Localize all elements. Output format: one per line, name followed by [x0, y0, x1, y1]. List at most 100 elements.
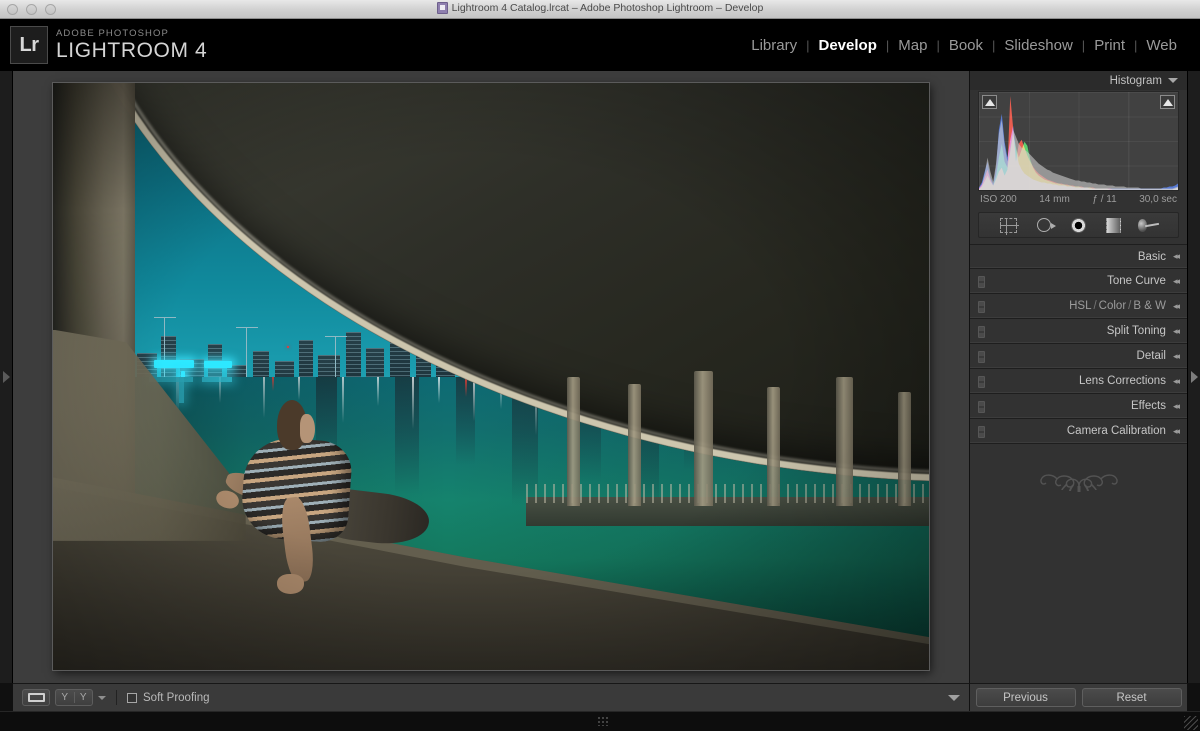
- before-label: Y: [56, 692, 75, 703]
- panel-label-hsl-color-bw: HSL / Color / B & W: [1069, 300, 1166, 312]
- workspace: Y Y Soft Proofing Histogram ISO 200 14 m…: [0, 71, 1200, 711]
- panel-row-split-toning[interactable]: Split Toning ◂◂: [970, 319, 1187, 344]
- develop-toolbar[interactable]: Y Y Soft Proofing: [13, 683, 969, 711]
- photo-support-columns: [544, 371, 929, 506]
- crop-icon: [1000, 217, 1019, 235]
- photo-boy-right-hand: [277, 574, 305, 594]
- histogram-panel-header[interactable]: Histogram: [970, 71, 1187, 90]
- panel-label-tone-curve: Tone Curve: [1107, 275, 1166, 287]
- module-picker[interactable]: Library | Develop | Map | Book | Slidesh…: [742, 37, 1186, 54]
- panel-switch-lens-corrections[interactable]: [978, 376, 985, 388]
- module-slideshow[interactable]: Slideshow: [995, 37, 1081, 54]
- panel-subtab-separator: /: [1093, 300, 1097, 312]
- histogram-graph[interactable]: [978, 91, 1179, 191]
- exif-focal-length[interactable]: 14 mm: [1039, 194, 1070, 205]
- panel-switch-split-toning[interactable]: [978, 326, 985, 338]
- photo-neon-sign: [153, 360, 195, 368]
- previous-button[interactable]: Previous: [975, 688, 1076, 707]
- filmstrip-resize-grip[interactable]: [597, 716, 609, 726]
- adjustment-brush-tool[interactable]: [1137, 216, 1160, 234]
- panel-subtab-hsl[interactable]: HSL: [1069, 300, 1091, 312]
- chevron-down-icon[interactable]: [1168, 78, 1178, 83]
- crop-overlay-tool[interactable]: [998, 216, 1020, 235]
- panel-row-tone-curve[interactable]: Tone Curve ◂◂: [970, 269, 1187, 294]
- photo-boy-subject: [202, 400, 433, 594]
- collapse-arrow-icon[interactable]: ◂◂: [1173, 326, 1180, 337]
- highlight-clipping-indicator[interactable]: [1160, 95, 1175, 109]
- panel-row-lens-corrections[interactable]: Lens Corrections ◂◂: [970, 369, 1187, 394]
- exif-shutter-speed[interactable]: 30,0 sec: [1139, 194, 1177, 205]
- reset-button[interactable]: Reset: [1081, 688, 1182, 707]
- brand-superscript: ADOBE PHOTOSHOP: [56, 27, 169, 39]
- panel-label-effects: Effects: [1131, 400, 1166, 412]
- exif-aperture[interactable]: ƒ / 11: [1092, 194, 1116, 205]
- triangle-up-icon: [1162, 98, 1173, 106]
- red-eye-icon: [1071, 217, 1086, 233]
- panel-switch-tone-curve[interactable]: [978, 276, 985, 288]
- module-library[interactable]: Library: [742, 37, 806, 54]
- collapse-arrow-icon[interactable]: ◂◂: [1173, 426, 1180, 437]
- module-web[interactable]: Web: [1137, 37, 1186, 54]
- panel-label-detail: Detail: [1136, 350, 1166, 362]
- panel-label-split-toning: Split Toning: [1106, 325, 1166, 337]
- exif-iso[interactable]: ISO 200: [980, 194, 1017, 205]
- panel-switch-effects[interactable]: [978, 401, 985, 413]
- histogram-title: Histogram: [1109, 74, 1162, 87]
- graduated-filter-icon: [1106, 217, 1121, 233]
- toolbar-divider: [116, 690, 117, 705]
- collapse-arrow-icon[interactable]: ◂◂: [1173, 376, 1180, 387]
- collapse-arrow-icon[interactable]: ◂◂: [1173, 401, 1180, 412]
- develop-action-buttons[interactable]: Previous Reset: [969, 683, 1187, 711]
- panel-switch-hsl[interactable]: [978, 301, 985, 313]
- chevron-right-icon: [1190, 371, 1198, 383]
- photo-frame[interactable]: [53, 83, 929, 670]
- develop-tool-strip[interactable]: [978, 212, 1179, 238]
- before-after-button[interactable]: Y Y: [55, 689, 93, 706]
- loupe-view-button[interactable]: [22, 689, 50, 706]
- panel-switch-camera-calibration[interactable]: [978, 426, 985, 438]
- develop-photo[interactable]: [53, 83, 929, 670]
- collapse-arrow-icon[interactable]: ◂◂: [1173, 276, 1180, 287]
- module-map[interactable]: Map: [889, 37, 936, 54]
- collapse-arrow-icon[interactable]: ◂◂: [1173, 351, 1180, 362]
- shadow-clipping-indicator[interactable]: [982, 95, 997, 109]
- panel-switch-detail[interactable]: [978, 351, 985, 363]
- panel-row-hsl-color-bw[interactable]: HSL / Color / B & W ◂◂: [970, 294, 1187, 319]
- module-print[interactable]: Print: [1085, 37, 1134, 54]
- logo-mark: Lr: [19, 33, 40, 56]
- loupe-icon: [27, 693, 45, 702]
- panel-subtab-color[interactable]: Color: [1099, 300, 1126, 312]
- graduated-filter-tool[interactable]: [1103, 216, 1125, 234]
- panel-row-detail[interactable]: Detail ◂◂: [970, 344, 1187, 369]
- app-identity: ADOBE PHOTOSHOP LIGHTROOM 4: [56, 29, 207, 62]
- panel-row-effects[interactable]: Effects ◂◂: [970, 394, 1187, 419]
- window-resize-grip[interactable]: [1184, 716, 1198, 730]
- panel-row-camera-calibration[interactable]: Camera Calibration ◂◂: [970, 419, 1187, 444]
- before-after-dropdown-icon[interactable]: [98, 695, 106, 700]
- photo-boy-face: [299, 413, 315, 443]
- soft-proofing-label[interactable]: Soft Proofing: [143, 692, 209, 704]
- module-book[interactable]: Book: [940, 37, 992, 54]
- panel-label-lens-corrections: Lens Corrections: [1079, 375, 1166, 387]
- after-label: Y: [79, 692, 87, 703]
- spot-removal-tool[interactable]: [1033, 216, 1056, 234]
- toolbar-hide-icon[interactable]: [948, 694, 960, 701]
- collapse-arrow-icon[interactable]: ◂◂: [1173, 301, 1180, 312]
- panel-subtab-bw[interactable]: B & W: [1133, 300, 1166, 312]
- develop-right-panel: Histogram ISO 200 14 mm ƒ / 11 30,0 sec: [969, 71, 1187, 683]
- red-eye-correction-tool[interactable]: [1068, 216, 1090, 234]
- exif-strip: ISO 200 14 mm ƒ / 11 30,0 sec: [980, 194, 1177, 205]
- panel-row-basic[interactable]: Basic ◂◂: [970, 244, 1187, 269]
- panel-ornament-icon: [970, 460, 1187, 494]
- panel-label-camera-calibration: Camera Calibration: [1066, 425, 1166, 437]
- collapse-arrow-icon[interactable]: ◂◂: [1173, 251, 1180, 262]
- module-develop[interactable]: Develop: [810, 37, 886, 54]
- product-name: LIGHTROOM 4: [56, 39, 208, 63]
- soft-proofing-checkbox[interactable]: [127, 692, 137, 703]
- left-panel-expand-handle[interactable]: [0, 71, 13, 683]
- image-canvas[interactable]: [13, 71, 969, 683]
- panel-label-basic: Basic: [1137, 250, 1166, 263]
- right-panel-collapse-handle[interactable]: [1187, 71, 1200, 683]
- filmstrip-bar[interactable]: [0, 711, 1200, 731]
- spot-removal-icon: [1036, 218, 1056, 232]
